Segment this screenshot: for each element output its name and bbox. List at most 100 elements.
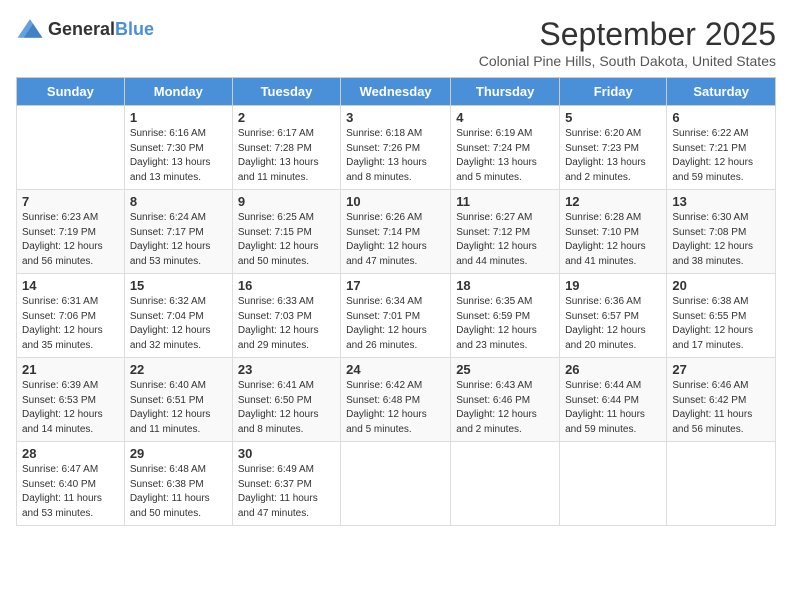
day-info: Sunrise: 6:39 AMSunset: 6:53 PMDaylight:… [22, 379, 119, 437]
day-info: Sunrise: 6:26 AMSunset: 7:14 PMDaylight:… [346, 211, 445, 269]
day-number: 22 [130, 362, 227, 377]
day-number: 2 [238, 110, 335, 125]
day-number: 16 [238, 278, 335, 293]
day-number: 21 [22, 362, 119, 377]
day-info: Sunrise: 6:25 AMSunset: 7:15 PMDaylight:… [238, 211, 335, 269]
day-number: 3 [346, 110, 445, 125]
day-number: 30 [238, 446, 335, 461]
logo-blue: Blue [115, 19, 154, 39]
day-header-friday: Friday [560, 78, 667, 106]
day-number: 20 [672, 278, 770, 293]
calendar-cell: 16 Sunrise: 6:33 AMSunset: 7:03 PMDayligh… [232, 274, 340, 358]
day-number: 11 [456, 194, 554, 209]
calendar-cell: 25Sunrise: 6:43 AMSunset: 6:46 PMDayligh… [451, 358, 560, 442]
day-number: 27 [672, 362, 770, 377]
day-info: Sunrise: 6:36 AMSunset: 6:57 PMDaylight:… [565, 295, 661, 353]
logo-icon [16, 16, 44, 44]
calendar-cell: 3 Sunrise: 6:18 AMSunset: 7:26 PMDaylight… [341, 106, 451, 190]
calendar-cell: 1 Sunrise: 6:16 AMSunset: 7:30 PMDaylight… [124, 106, 232, 190]
day-info: Sunrise: 6:16 AMSunset: 7:30 PMDaylight:… [130, 127, 227, 185]
calendar-cell: 27 Sunrise: 6:46 AMSunset: 6:42 PMDayligh… [667, 358, 776, 442]
month-title: September 2025 [479, 16, 776, 53]
day-number: 5 [565, 110, 661, 125]
day-info: Sunrise: 6:46 AMSunset: 6:42 PMDaylight:… [672, 379, 770, 437]
calendar-cell [341, 442, 451, 526]
day-info: Sunrise: 6:18 AMSunset: 7:26 PMDaylight:… [346, 127, 445, 185]
day-info: Sunrise: 6:19 AMSunset: 7:24 PMDaylight:… [456, 127, 554, 185]
day-info: Sunrise: 6:42 AMSunset: 6:48 PMDaylight:… [346, 379, 445, 437]
calendar-cell: 2 Sunrise: 6:17 AMSunset: 7:28 PMDaylight… [232, 106, 340, 190]
day-number: 14 [22, 278, 119, 293]
calendar-table: SundayMondayTuesdayWednesdayThursdayFrid… [16, 77, 776, 526]
day-header-saturday: Saturday [667, 78, 776, 106]
calendar-cell: 4 Sunrise: 6:19 AMSunset: 7:24 PMDaylight… [451, 106, 560, 190]
day-header-wednesday: Wednesday [341, 78, 451, 106]
day-info: Sunrise: 6:23 AMSunset: 7:19 PMDaylight:… [22, 211, 119, 269]
calendar-cell: 21 Sunrise: 6:39 AMSunset: 6:53 PMDayligh… [17, 358, 125, 442]
day-number: 26 [565, 362, 661, 377]
day-number: 17 [346, 278, 445, 293]
calendar-cell: 23 Sunrise: 6:41 AMSunset: 6:50 PMDayligh… [232, 358, 340, 442]
calendar-cell: 14 Sunrise: 6:31 AMSunset: 7:06 PMDayligh… [17, 274, 125, 358]
page-header: GeneralBlue September 2025 Colonial Pine… [16, 16, 776, 69]
logo: GeneralBlue [16, 16, 154, 44]
day-number: 13 [672, 194, 770, 209]
day-header-thursday: Thursday [451, 78, 560, 106]
day-number: 19 [565, 278, 661, 293]
day-header-tuesday: Tuesday [232, 78, 340, 106]
day-info: Sunrise: 6:40 AMSunset: 6:51 PMDaylight:… [130, 379, 227, 437]
day-number: 7 [22, 194, 119, 209]
day-info: Sunrise: 6:48 AMSunset: 6:38 PMDaylight:… [130, 463, 227, 521]
day-header-sunday: Sunday [17, 78, 125, 106]
day-info: Sunrise: 6:27 AMSunset: 7:12 PMDaylight:… [456, 211, 554, 269]
calendar-cell: 15Sunrise: 6:32 AMSunset: 7:04 PMDayligh… [124, 274, 232, 358]
calendar-cell: 22 Sunrise: 6:40 AMSunset: 6:51 PMDayligh… [124, 358, 232, 442]
calendar-week-row: 21 Sunrise: 6:39 AMSunset: 6:53 PMDayligh… [17, 358, 776, 442]
calendar-cell: 8 Sunrise: 6:24 AMSunset: 7:17 PMDaylight… [124, 190, 232, 274]
day-info: Sunrise: 6:34 AMSunset: 7:01 PMDaylight:… [346, 295, 445, 353]
calendar-cell: 11 Sunrise: 6:27 AMSunset: 7:12 PMDayligh… [451, 190, 560, 274]
day-number: 4 [456, 110, 554, 125]
calendar-week-row: 28Sunrise: 6:47 AMSunset: 6:40 PMDayligh… [17, 442, 776, 526]
day-number: 9 [238, 194, 335, 209]
calendar-cell: 9 Sunrise: 6:25 AMSunset: 7:15 PMDaylight… [232, 190, 340, 274]
calendar-week-row: 7 Sunrise: 6:23 AMSunset: 7:19 PMDaylight… [17, 190, 776, 274]
day-info: Sunrise: 6:33 AMSunset: 7:03 PMDaylight:… [238, 295, 335, 353]
day-info: Sunrise: 6:41 AMSunset: 6:50 PMDaylight:… [238, 379, 335, 437]
day-info: Sunrise: 6:17 AMSunset: 7:28 PMDaylight:… [238, 127, 335, 185]
calendar-cell: 7 Sunrise: 6:23 AMSunset: 7:19 PMDaylight… [17, 190, 125, 274]
calendar-cell: 29 Sunrise: 6:48 AMSunset: 6:38 PMDayligh… [124, 442, 232, 526]
day-info: Sunrise: 6:49 AMSunset: 6:37 PMDaylight:… [238, 463, 335, 521]
day-number: 10 [346, 194, 445, 209]
day-number: 8 [130, 194, 227, 209]
calendar-header-row: SundayMondayTuesdayWednesdayThursdayFrid… [17, 78, 776, 106]
calendar-cell [451, 442, 560, 526]
calendar-week-row: 1 Sunrise: 6:16 AMSunset: 7:30 PMDaylight… [17, 106, 776, 190]
calendar-cell: 17 Sunrise: 6:34 AMSunset: 7:01 PMDayligh… [341, 274, 451, 358]
day-info: Sunrise: 6:24 AMSunset: 7:17 PMDaylight:… [130, 211, 227, 269]
day-number: 29 [130, 446, 227, 461]
calendar-cell: 10 Sunrise: 6:26 AMSunset: 7:14 PMDayligh… [341, 190, 451, 274]
calendar-cell: 6Sunrise: 6:22 AMSunset: 7:21 PMDaylight… [667, 106, 776, 190]
calendar-cell: 24 Sunrise: 6:42 AMSunset: 6:48 PMDayligh… [341, 358, 451, 442]
day-info: Sunrise: 6:30 AMSunset: 7:08 PMDaylight:… [672, 211, 770, 269]
day-info: Sunrise: 6:47 AMSunset: 6:40 PMDaylight:… [22, 463, 119, 521]
day-info: Sunrise: 6:28 AMSunset: 7:10 PMDaylight:… [565, 211, 661, 269]
day-number: 15 [130, 278, 227, 293]
day-info: Sunrise: 6:35 AMSunset: 6:59 PMDaylight:… [456, 295, 554, 353]
day-info: Sunrise: 6:31 AMSunset: 7:06 PMDaylight:… [22, 295, 119, 353]
day-number: 18 [456, 278, 554, 293]
location: Colonial Pine Hills, South Dakota, Unite… [479, 53, 776, 69]
calendar-cell: 13 Sunrise: 6:30 AMSunset: 7:08 PMDayligh… [667, 190, 776, 274]
calendar-cell: 30 Sunrise: 6:49 AMSunset: 6:37 PMDayligh… [232, 442, 340, 526]
day-header-monday: Monday [124, 78, 232, 106]
calendar-cell: 19 Sunrise: 6:36 AMSunset: 6:57 PMDayligh… [560, 274, 667, 358]
calendar-cell [667, 442, 776, 526]
calendar-cell: 5Sunrise: 6:20 AMSunset: 7:23 PMDaylight… [560, 106, 667, 190]
day-number: 24 [346, 362, 445, 377]
day-number: 23 [238, 362, 335, 377]
day-info: Sunrise: 6:43 AMSunset: 6:46 PMDaylight:… [456, 379, 554, 437]
day-number: 1 [130, 110, 227, 125]
logo-general: General [48, 19, 115, 39]
day-info: Sunrise: 6:38 AMSunset: 6:55 PMDaylight:… [672, 295, 770, 353]
